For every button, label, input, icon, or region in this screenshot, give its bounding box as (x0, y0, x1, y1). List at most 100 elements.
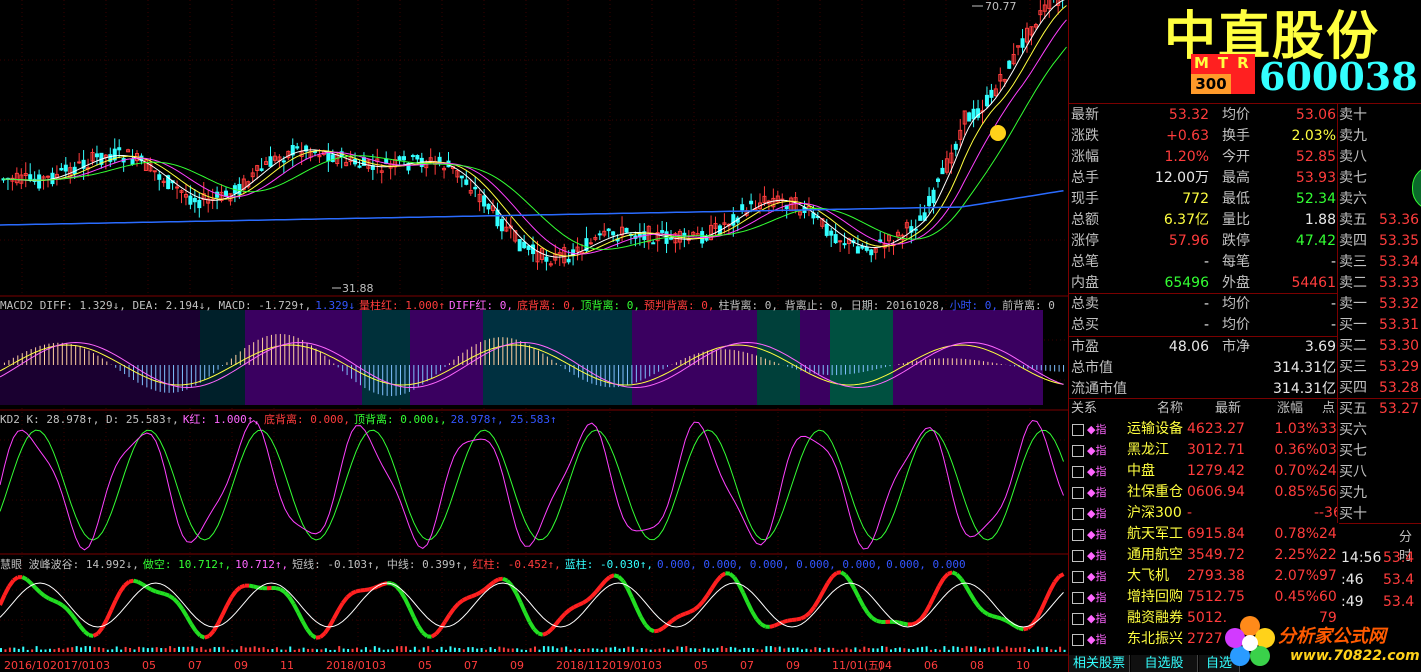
wave-segment (796, 616, 802, 622)
row-checkbox[interactable] (1072, 424, 1084, 436)
x-axis-label: 2016/10 (4, 659, 50, 672)
quote-left-2-value: 1.20% (1164, 149, 1209, 165)
row-checkbox[interactable] (1072, 445, 1084, 457)
buy-level-7-label[interactable]: 买八 (1339, 462, 1367, 482)
sell-level-2-label[interactable]: 卖八 (1339, 147, 1367, 167)
candle-body (517, 239, 522, 252)
volume-bar (209, 648, 212, 652)
sell-level-7-price[interactable]: 53.34 (1379, 252, 1419, 272)
market-row[interactable]: ◆指 社保重仓 0606.94 0.85% 56 (1069, 482, 1337, 503)
candle-body (606, 228, 611, 232)
sell-level-8-label[interactable]: 卖二 (1339, 273, 1367, 293)
sell-level-7-label[interactable]: 卖三 (1339, 252, 1367, 272)
volume-bar (31, 649, 34, 652)
market-row[interactable]: ◆指 运输设备 4623.27 1.03% 33 (1069, 419, 1337, 440)
row-checkbox[interactable] (1072, 508, 1084, 520)
row-checkbox[interactable] (1072, 466, 1084, 478)
market-row[interactable]: ◆指 增持回购 7512.75 0.45% 60 (1069, 587, 1337, 608)
row-checkbox[interactable] (1072, 613, 1084, 625)
buy-level-4-price[interactable]: 53.27 (1379, 399, 1419, 419)
market-col-relation[interactable]: 关系 (1071, 399, 1097, 419)
volume-bar (445, 649, 447, 652)
market-row[interactable]: ◆指沪深300---36 (1069, 503, 1337, 524)
candle-body (259, 168, 264, 171)
buy-level-9-label[interactable]: 买十 (1339, 504, 1367, 524)
buy-level-2-label[interactable]: 买三 (1339, 357, 1367, 377)
buy-level-5-label[interactable]: 买六 (1339, 420, 1367, 440)
candle-body (63, 164, 68, 172)
quote-right-0-value: 53.06 (1295, 107, 1336, 123)
volume-bar (373, 646, 376, 652)
volume-bar (40, 649, 43, 652)
market-col-name[interactable]: 名称 (1157, 399, 1183, 419)
buy-level-2-price[interactable]: 53.29 (1379, 357, 1419, 377)
volume-bar (600, 649, 603, 652)
buy-level-6-label[interactable]: 买七 (1339, 441, 1367, 461)
market-row[interactable]: ◆指 通用航空 3549.72 2.25% 22 (1069, 545, 1337, 566)
wave-segment (857, 596, 866, 607)
sell-level-3-label[interactable]: 卖七 (1339, 168, 1367, 188)
row-checkbox[interactable] (1072, 529, 1084, 541)
sell-level-0-label[interactable]: 卖十 (1339, 105, 1367, 125)
row-checkbox[interactable] (1072, 550, 1084, 562)
mtr-badge[interactable]: MTR 300 (1191, 54, 1255, 94)
market-row[interactable]: ◆指 黑龙江 3012.71 0.36% 03 (1069, 440, 1337, 461)
market-row[interactable]: ◆指 中盘 1279.42 0.70% 24 (1069, 461, 1337, 482)
market-row[interactable]: ◆指 大飞机 2793.38 2.07% 97 (1069, 566, 1337, 587)
chart-area[interactable]: 70.77 31.88 2016/10 2017/01 03 05 07 09 11 2018/0… (0, 0, 1068, 672)
tab-related-stocks[interactable]: 相关股票 (1069, 655, 1130, 672)
volume-bar (1054, 649, 1057, 652)
index-tag-icon: ◆指 (1087, 612, 1107, 625)
buy-level-3-label[interactable]: 买四 (1339, 378, 1367, 398)
volume-bar (774, 647, 777, 652)
wave-segment (876, 618, 882, 624)
buy-level-0-label[interactable]: 买一 (1339, 315, 1367, 335)
tick-time: 14:56 (1341, 550, 1382, 566)
buy-level-8-label[interactable]: 买九 (1339, 483, 1367, 503)
valuation-1-a-label: 总市值 (1071, 360, 1113, 376)
volume-bar (502, 647, 505, 652)
market-col-change[interactable]: 涨幅 (1277, 399, 1303, 419)
buy-level-3-price[interactable]: 53.28 (1379, 378, 1419, 398)
expand-toggle-button[interactable] (1412, 165, 1421, 211)
buy-level-4-label[interactable]: 买五 (1339, 399, 1367, 419)
market-name: 东北振兴 (1127, 631, 1183, 647)
sell-level-5-price[interactable]: 53.36 (1379, 210, 1419, 230)
sell-level-6-label[interactable]: 卖四 (1339, 231, 1367, 251)
sell-level-4-label[interactable]: 卖六 (1339, 189, 1367, 209)
sell-level-8-price[interactable]: 53.33 (1379, 273, 1419, 293)
market-col-price[interactable]: 最新 (1215, 399, 1241, 419)
wave-segment (145, 585, 153, 592)
volume-bar (431, 649, 434, 652)
volume-bar (836, 649, 839, 652)
tab-watchlist[interactable]: 自选股 (1131, 655, 1198, 672)
row-checkbox[interactable] (1072, 592, 1084, 604)
buy-level-1-price[interactable]: 53.30 (1379, 336, 1419, 356)
volume-bar (182, 646, 185, 652)
candle-body (59, 167, 64, 171)
buy-level-1-label[interactable]: 买二 (1339, 336, 1367, 356)
sell-level-6-price[interactable]: 53.35 (1379, 231, 1419, 251)
market-price: 1279.42 (1187, 463, 1245, 479)
volume-bar (1050, 649, 1053, 652)
market-row[interactable]: ◆指 航天军工 6915.84 0.78% 24 (1069, 524, 1337, 545)
sell-level-9-label[interactable]: 卖一 (1339, 294, 1367, 314)
x-axis-label: 09 (786, 659, 800, 672)
tick-time: :49 (1341, 594, 1364, 610)
header-seg: 前背离: 0 (1002, 299, 1055, 311)
row-checkbox[interactable] (1072, 634, 1084, 646)
quote-left-7-label: 总笔 (1071, 254, 1099, 270)
row-checkbox[interactable] (1072, 487, 1084, 499)
market-col-speed[interactable]: 点 (1322, 399, 1335, 419)
buy-level-0-price[interactable]: 53.31 (1379, 315, 1419, 335)
kline-chart-canvas[interactable]: 70.7731.882016/10 2017/01 03 05 07 09 11 2018/0… (0, 0, 1068, 672)
sell-level-1-label[interactable]: 卖九 (1339, 126, 1367, 146)
volume-bar (382, 649, 385, 652)
wave-segment (168, 593, 175, 601)
wave-segment (613, 573, 620, 579)
wave-segment (21, 575, 28, 582)
candle-body (415, 155, 420, 160)
row-checkbox[interactable] (1072, 571, 1084, 583)
sell-level-9-price[interactable]: 53.32 (1379, 294, 1419, 314)
sell-level-5-label[interactable]: 卖五 (1339, 210, 1367, 230)
